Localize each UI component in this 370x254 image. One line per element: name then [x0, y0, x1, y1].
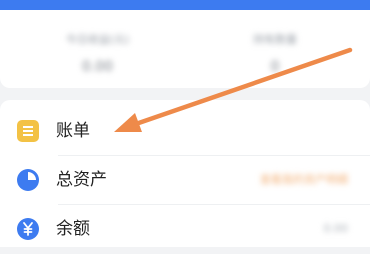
today-earnings-stat[interactable]: 今日收益(元) 0.00: [35, 32, 160, 76]
summary-card: 今日收益(元) 0.00 持有数量 0: [0, 10, 370, 88]
header-bar: [0, 0, 370, 10]
yuan-icon: [17, 218, 39, 240]
stat-label: 持有数量: [253, 33, 297, 46]
bill-icon: [17, 120, 39, 142]
menu-item-total-assets[interactable]: 总资产 查看我的资产明细: [0, 155, 370, 205]
menu-item-label: 账单: [56, 121, 90, 141]
menu-item-label: 总资产: [56, 170, 107, 190]
menu-item-bill[interactable]: 账单: [0, 106, 370, 156]
stat-value: 0: [270, 59, 280, 75]
assets-detail-link[interactable]: 查看我的资产明细: [260, 173, 348, 187]
balance-value: 0.00: [323, 222, 349, 235]
holdings-stat[interactable]: 持有数量 0: [225, 32, 325, 76]
menu-item-label: 余额: [56, 219, 90, 239]
stat-value: 0.00: [81, 59, 114, 75]
stat-label: 今日收益(元): [65, 33, 130, 46]
pie-chart-icon: [17, 169, 39, 191]
menu-list: 账单 总资产 查看我的资产明细 余额 0.00: [0, 100, 370, 247]
